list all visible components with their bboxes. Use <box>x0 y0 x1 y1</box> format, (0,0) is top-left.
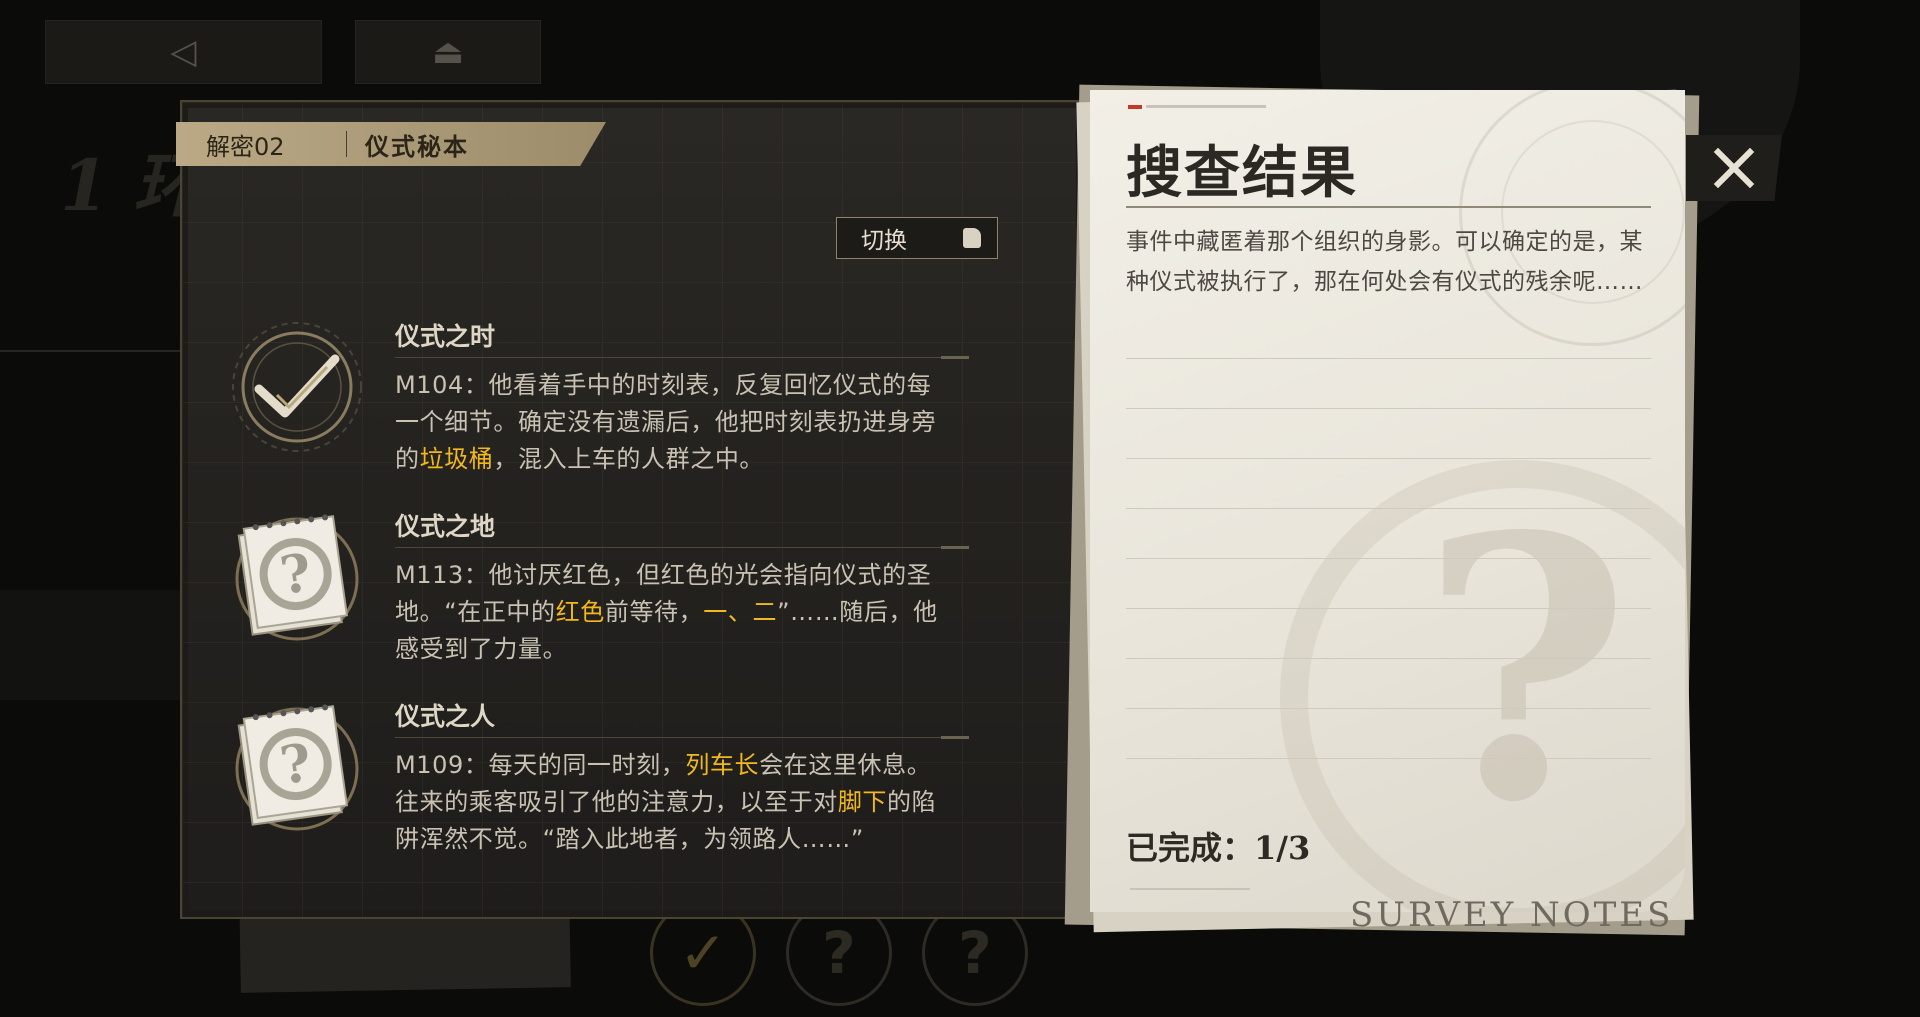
ruled-line <box>1126 508 1651 509</box>
survey-notes-watermark: SURVEY NOTES <box>1350 895 1674 935</box>
back-icon: ◁ <box>170 32 197 72</box>
notes-footer-line <box>1130 888 1250 890</box>
close-button[interactable] <box>1686 135 1782 201</box>
highlighted-keyword: 一、二 <box>703 598 778 626</box>
question-icon: ? <box>235 704 359 831</box>
survey-notes-card: ? 搜查结果 事件中藏匿着那个组织的身影。可以确定的是，某种仪式被执行了，那在何… <box>1090 90 1685 912</box>
highlighted-keyword: 红色 <box>555 598 605 626</box>
tag-divider <box>346 131 347 157</box>
panel-tag-banner: 解密02 仪式秘本 <box>176 122 606 166</box>
ruled-line <box>1126 408 1651 409</box>
completion-status: 已完成：1/3 <box>1126 823 1310 869</box>
home-icon: ⏏ <box>431 32 465 72</box>
background-strip <box>0 590 180 700</box>
clue-title: 仪式之地 <box>395 512 496 541</box>
close-icon <box>1713 147 1755 189</box>
clue-text-segment: M109：每天的同一时刻， <box>395 751 686 779</box>
question-icon: ? <box>235 514 359 641</box>
completion-label: 已完成： <box>1126 829 1255 867</box>
ruled-line <box>1126 658 1651 659</box>
home-button[interactable]: ⏏ <box>355 20 541 84</box>
divider <box>395 356 969 359</box>
notes-body: 事件中藏匿着那个组织的身影。可以确定的是，某种仪式被执行了，那在何处会有仪式的残… <box>1126 229 1643 295</box>
divider <box>395 546 969 549</box>
clue-description: M113：他讨厌红色，但红色的光会指向仪式的圣地。“在正中的红色前等待，一、二”… <box>395 557 955 668</box>
back-button[interactable]: ◁ <box>45 20 322 84</box>
clue-description: M104：他看着手中的时刻表，反复回忆仪式的每一个细节。确定没有遗漏后，他把时刻… <box>395 367 955 478</box>
switch-button[interactable]: 切换 <box>836 217 998 259</box>
notes-header-line <box>1146 105 1266 108</box>
ruled-line <box>1126 358 1651 359</box>
background-line <box>0 350 180 352</box>
clue-description: M109：每天的同一时刻，列车长会在这里休息。往来的乘客吸引了他的注意力，以至于… <box>395 747 955 858</box>
puzzle-name: 仪式秘本 <box>365 131 469 161</box>
highlighted-keyword: 垃圾桶 <box>419 445 494 473</box>
ruled-line <box>1126 458 1651 459</box>
clue-panel: 解密02 仪式秘本 切换 仪式之时 M104：他看着手中的时刻表，反复回忆仪式的… <box>176 100 1084 919</box>
switch-icon <box>963 228 981 248</box>
completion-value: 1/3 <box>1254 829 1311 867</box>
check-icon <box>232 322 362 452</box>
ruled-line <box>1126 758 1651 759</box>
divider <box>1126 206 1651 208</box>
highlighted-keyword: 列车长 <box>685 751 760 779</box>
ruled-line <box>1126 608 1651 609</box>
ruled-line <box>1126 558 1651 559</box>
puzzle-number: 解密02 <box>206 132 285 161</box>
clue-text-segment: 前等待， <box>604 598 704 626</box>
clue-title: 仪式之人 <box>395 702 496 731</box>
notes-header-mark <box>1128 105 1142 109</box>
question-icon: ? <box>1420 458 1631 881</box>
switch-label: 切换 <box>861 228 907 254</box>
clue-text-segment: ，混入上车的人群之中。 <box>493 445 765 473</box>
ruled-line <box>1126 708 1651 709</box>
notes-title: 搜查结果 <box>1126 140 1358 206</box>
clue-title: 仪式之时 <box>395 322 496 351</box>
highlighted-keyword: 脚下 <box>837 788 888 816</box>
divider <box>395 736 969 739</box>
